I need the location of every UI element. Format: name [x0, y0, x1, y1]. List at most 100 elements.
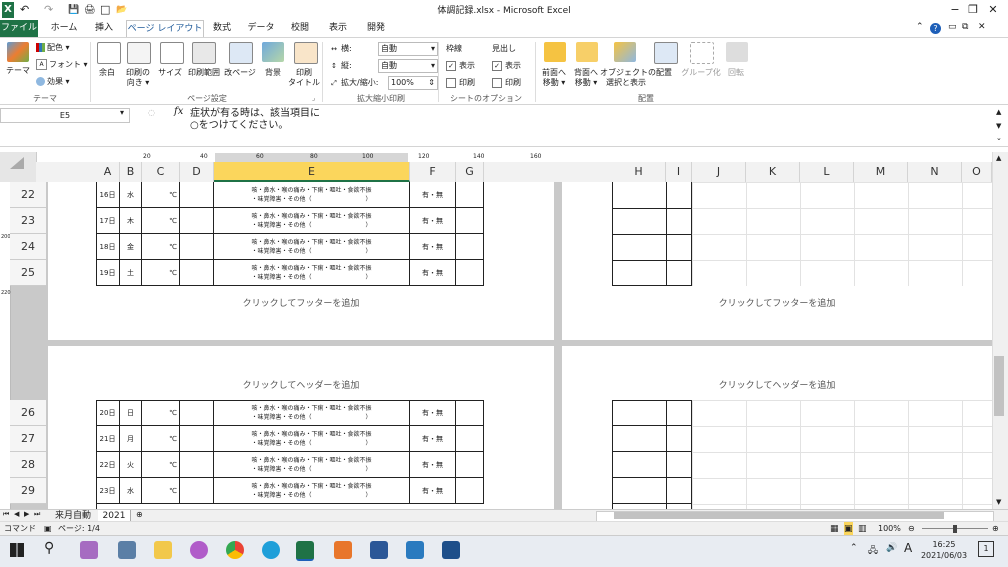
zoom-out-icon[interactable]: ⊖ — [908, 522, 915, 536]
symptoms-cell[interactable]: 咳・鼻水・喉の痛み・下痢・嘔吐・食欲不振 ・味覚障害・その他（ ） — [214, 478, 410, 504]
column-header-e[interactable]: E — [214, 162, 410, 182]
symptoms-cell[interactable]: 咳・鼻水・喉の痛み・下痢・嘔吐・食欲不振 ・味覚障害・その他（ ） — [214, 400, 410, 426]
headings-view-checkbox[interactable]: ✓ 表示 — [492, 58, 521, 73]
temperature-cell[interactable]: ℃ — [142, 182, 180, 208]
row-header-29[interactable]: 29 — [10, 478, 46, 504]
normal-view-icon[interactable]: ▦ — [830, 522, 839, 536]
height-select[interactable]: 自動 ▾ — [378, 59, 438, 73]
themes-icon[interactable] — [7, 42, 29, 62]
sheet-nav-next-icon[interactable]: ▶ — [24, 510, 29, 518]
macro-record-icon[interactable]: ▣ — [44, 522, 52, 536]
edge-icon[interactable] — [262, 541, 280, 559]
workbook-close-icon[interactable]: ✕ — [978, 22, 986, 32]
row-header-26[interactable]: 26 — [10, 400, 46, 426]
yes-no-cell[interactable]: 有・無 — [410, 260, 456, 286]
photos-icon[interactable] — [442, 541, 460, 559]
tab-insert[interactable]: 挿入 — [88, 20, 120, 37]
temperature-cell[interactable]: ℃ — [142, 452, 180, 478]
ime-indicator[interactable]: A — [904, 541, 912, 555]
yes-no-cell[interactable]: 有・無 — [410, 208, 456, 234]
row-header-24[interactable]: 24 — [10, 234, 46, 260]
search-icon[interactable]: ⚲ — [44, 540, 54, 556]
vertical-scroll-thumb[interactable] — [994, 356, 1004, 416]
tray-expand-icon[interactable]: ⌃ — [850, 543, 858, 553]
yes-no-cell[interactable]: 有・無 — [410, 426, 456, 452]
page-layout-view-icon[interactable]: ▣ — [844, 522, 853, 536]
symptoms-cell[interactable]: 咳・鼻水・喉の痛み・下痢・嘔吐・食欲不振 ・味覚障害・その他（ ） — [214, 208, 410, 234]
sheet-nav-last-icon[interactable]: ⏭ — [34, 510, 40, 519]
gridlines-view-checkbox[interactable]: ✓ 表示 — [446, 58, 475, 73]
day-cell[interactable]: 17日 — [96, 208, 120, 234]
rotate-icon[interactable] — [726, 42, 748, 62]
blank-cell[interactable] — [456, 182, 484, 208]
header-placeholder[interactable]: クリックしてヘッダーを追加 — [48, 378, 554, 391]
zoom-in-icon[interactable]: ⊕ — [992, 522, 999, 536]
weekday-cell[interactable]: 土 — [120, 260, 142, 286]
temperature-cell[interactable]: ℃ — [142, 478, 180, 504]
row-header-28[interactable]: 28 — [10, 452, 46, 478]
column-header-f[interactable]: F — [410, 162, 456, 182]
breaks-button[interactable]: 改ページ — [222, 68, 258, 78]
row-header-22[interactable]: 22 — [10, 182, 46, 208]
app-icon-2[interactable] — [190, 541, 208, 559]
calculator-icon[interactable] — [118, 541, 136, 559]
row-header-23[interactable]: 23 — [10, 208, 46, 234]
symptoms-cell[interactable]: 咳・鼻水・喉の痛み・下痢・嘔吐・食欲不振 ・味覚障害・その他（ ） — [214, 426, 410, 452]
chrome-icon[interactable] — [226, 541, 244, 559]
selection-pane-icon[interactable] — [614, 42, 636, 62]
selection-pane-button[interactable]: オブジェクトの 選択と表示 — [600, 68, 656, 88]
new-sheet-icon[interactable]: ⊕ — [136, 510, 143, 519]
weekday-cell[interactable]: 火 — [120, 452, 142, 478]
name-box-dropdown-icon[interactable]: ▾ — [120, 108, 124, 117]
column-header-i[interactable]: I — [666, 162, 692, 182]
column-header-d[interactable]: D — [180, 162, 214, 182]
weekday-cell[interactable]: 日 — [120, 400, 142, 426]
background-icon[interactable] — [262, 42, 284, 62]
weekday-cell[interactable]: 水 — [120, 478, 142, 504]
yes-no-cell[interactable]: 有・無 — [410, 234, 456, 260]
column-header-j[interactable]: J — [692, 162, 746, 182]
open-file-icon[interactable]: 📂 — [116, 2, 127, 18]
theme-colors-button[interactable]: 配色 ▾ — [36, 40, 70, 55]
column-header-o[interactable]: O — [962, 162, 992, 182]
tab-review[interactable]: 校閲 — [284, 20, 316, 37]
collapse-ribbon-icon[interactable]: ⌃ — [916, 22, 924, 32]
day-cell[interactable]: 18日 — [96, 234, 120, 260]
zoom-slider-thumb[interactable] — [953, 525, 957, 533]
sheet-nav-prev-icon[interactable]: ◀ — [14, 510, 19, 518]
tab-home[interactable]: ホーム — [46, 20, 82, 37]
column-header-k[interactable]: K — [746, 162, 800, 182]
blank-cell[interactable] — [180, 478, 214, 504]
file-explorer-icon[interactable] — [154, 541, 172, 559]
orientation-icon[interactable] — [127, 42, 151, 64]
temperature-cell[interactable]: ℃ — [142, 400, 180, 426]
page-break-view-icon[interactable]: ▥ — [858, 522, 867, 536]
zoom-level[interactable]: 100% — [878, 522, 901, 536]
day-cell[interactable]: 21日 — [96, 426, 120, 452]
blank-cell[interactable] — [180, 182, 214, 208]
tab-view[interactable]: 表示 — [322, 20, 354, 37]
excel-app-icon[interactable]: X — [2, 2, 14, 18]
weekday-cell[interactable]: 月 — [120, 426, 142, 452]
workbook-restore-icon[interactable]: ⧉ — [962, 22, 968, 32]
temperature-cell[interactable]: ℃ — [142, 208, 180, 234]
name-box[interactable]: E5 — [0, 108, 130, 123]
vertical-scrollbar[interactable] — [992, 152, 1008, 509]
print-titles-icon[interactable] — [294, 42, 318, 64]
blank-cell[interactable] — [456, 452, 484, 478]
tab-formulas[interactable]: 数式 — [206, 20, 238, 37]
formula-scroll-down-icon[interactable]: ▼ — [996, 122, 1001, 130]
blank-cell[interactable] — [456, 426, 484, 452]
tab-developer[interactable]: 開発 — [360, 20, 392, 37]
blank-cell[interactable] — [180, 426, 214, 452]
weekday-cell[interactable]: 金 — [120, 234, 142, 260]
headings-print-checkbox[interactable]: 印刷 — [492, 75, 521, 90]
gridlines-print-checkbox[interactable]: 印刷 — [446, 75, 475, 90]
yes-no-cell[interactable]: 有・無 — [410, 452, 456, 478]
word-icon[interactable] — [370, 541, 388, 559]
zoom-spinner[interactable]: 100% ⇕ — [388, 76, 438, 90]
header-placeholder[interactable]: クリックしてヘッダーを追加 — [562, 378, 992, 391]
blank-cell[interactable] — [180, 260, 214, 286]
blank-cell[interactable] — [180, 234, 214, 260]
column-header-l[interactable]: L — [800, 162, 854, 182]
